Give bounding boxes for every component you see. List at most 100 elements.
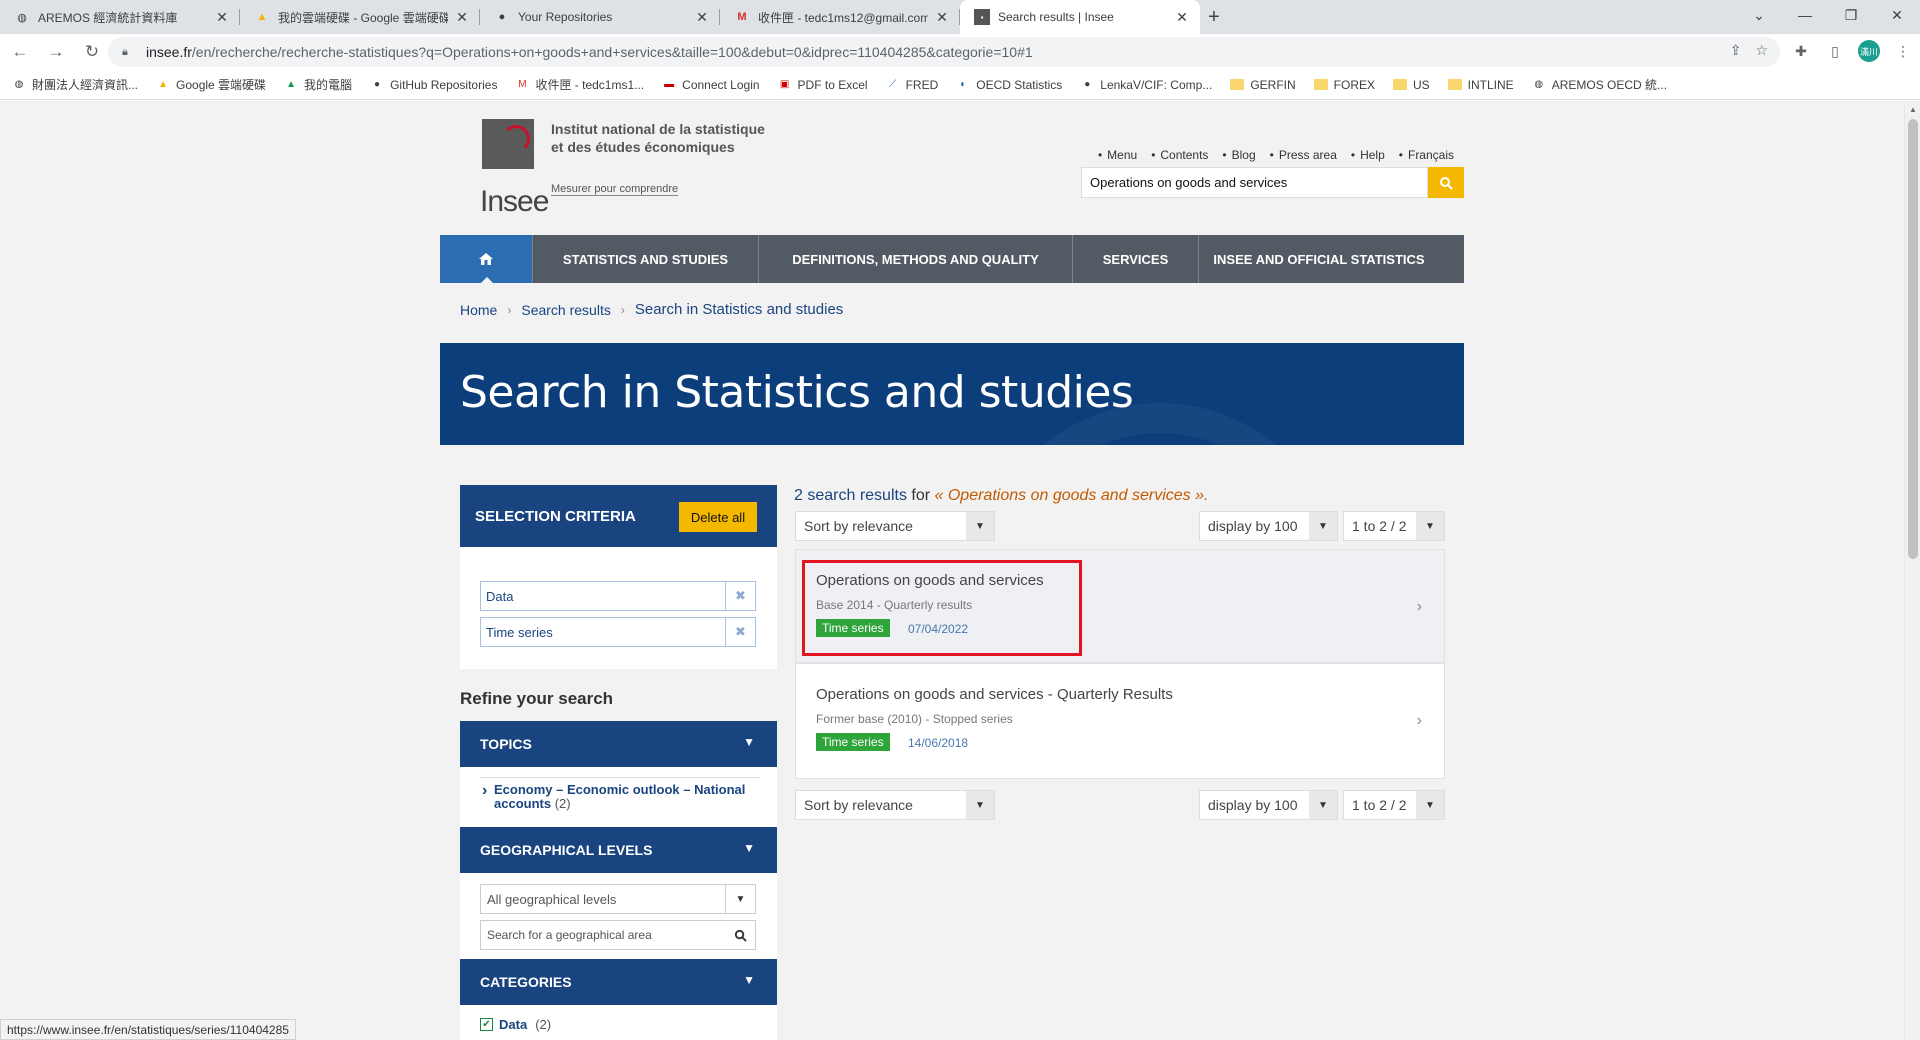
geo-level-select[interactable]: All geographical levels ▼ [480,884,756,914]
tab-strip: ◍ AREMOS 經濟統計資料庫 ✕ ▲ 我的雲端硬碟 - Google 雲端硬… [0,0,1920,34]
bookmark-folder[interactable]: US [1393,78,1430,92]
bookmark-folder[interactable]: INTLINE [1447,78,1514,92]
search-button[interactable] [1428,167,1464,198]
facet-label: GEOGRAPHICAL LEVELS [480,842,653,858]
tab-aremos[interactable]: ◍ AREMOS 經濟統計資料庫 ✕ [0,0,240,34]
bookmark-item[interactable]: ▬ Connect Login [662,78,759,92]
top-link-menu[interactable]: Menu [1098,148,1137,162]
browser-toolbar: ← → ↻ 🔒︎ insee.fr/en/recherche/recherche… [0,34,1920,70]
close-icon[interactable]: ✕ [1174,9,1190,26]
reload-button[interactable]: ↻ [76,36,108,68]
sort-select-top[interactable]: Sort by relevance ▼ [795,511,995,541]
close-icon[interactable]: ✕ [454,9,470,26]
avatar[interactable]: 滿川 [1858,40,1880,62]
sort-select-bottom[interactable]: Sort by relevance ▼ [795,790,995,820]
top-link-blog[interactable]: Blog [1222,148,1256,162]
bookmark-label: OECD Statistics [976,77,1063,92]
bookmark-item[interactable]: ◍ AREMOS OECD 統... [1532,76,1667,93]
home-icon [479,253,493,265]
result-type-badge: Time series [816,619,890,637]
close-icon[interactable]: ✕ [214,9,230,26]
forward-button[interactable]: → [40,36,72,68]
new-tab-button[interactable]: + [1200,0,1228,34]
page-range-select-bottom[interactable]: 1 to 2 / 2 ▼ [1343,790,1445,820]
nav-insee-official-statistics[interactable]: INSEE AND OFFICIAL STATISTICS [1199,235,1439,283]
checkbox-checked-icon[interactable]: ✔ [480,1018,493,1031]
top-link-language[interactable]: Français [1399,148,1454,162]
bookmark-item[interactable]: ▲ Google 雲端硬碟 [156,76,266,93]
bookmark-item[interactable]: M 收件匣 - tedc1ms1... [515,76,644,93]
top-link-help[interactable]: Help [1351,148,1385,162]
minimize-button[interactable]: — [1782,0,1828,30]
close-icon[interactable]: ✕ [934,9,950,26]
top-link-contents[interactable]: Contents [1151,148,1208,162]
google-drive-icon: ▲ [286,79,296,90]
google-drive-icon: ▲ [256,11,268,23]
url-host: insee.fr [146,44,192,60]
remove-criteria-icon[interactable]: ✖ [725,582,755,610]
extensions-icon[interactable]: ✚ [1790,38,1812,64]
delete-all-button[interactable]: Delete all [679,502,757,532]
scroll-up-icon[interactable]: ▲ [1909,105,1917,114]
page-scrollbar[interactable]: ▲ [1904,101,1920,1040]
tab-gmail[interactable]: M 收件匣 - tedc1ms12@gmail.com ✕ [720,0,960,34]
nav-definitions-methods-quality[interactable]: DEFINITIONS, METHODS AND QUALITY [759,235,1073,283]
insee-logo[interactable]: Insee [460,119,549,218]
nav-home[interactable] [440,235,533,283]
globe-icon: ◍ [1534,79,1544,90]
category-item-data[interactable]: ✔ Data (2) [480,1017,551,1032]
share-icon[interactable]: ⇪ [1730,42,1742,59]
display-count-select-top[interactable]: display by 100 ▼ [1199,511,1338,541]
tab-google-drive[interactable]: ▲ 我的雲端硬碟 - Google 雲端硬碟 ✕ [240,0,480,34]
result-title[interactable]: Operations on goods and services - Quart… [816,686,1173,703]
site-search-input[interactable]: Operations on goods and services [1081,167,1428,198]
breadcrumb-search-results[interactable]: Search results [521,302,610,318]
geo-level-value: All geographical levels [487,891,617,907]
facet-categories-header[interactable]: CATEGORIES ▼ [460,959,777,1005]
display-count-value: display by 100 [1208,797,1298,813]
insee-icon: ▪ [974,9,990,25]
bookmark-item[interactable]: ⟋ FRED [886,78,938,92]
search-icon[interactable] [725,921,755,949]
geo-search-input[interactable]: Search for a geographical area [480,920,756,950]
back-button[interactable]: ← [4,36,36,68]
result-item[interactable]: Operations on goods and services Base 20… [795,549,1445,663]
folder-icon [1313,79,1328,90]
tab-github[interactable]: ● Your Repositories ✕ [480,0,720,34]
close-icon[interactable]: ✕ [694,9,710,26]
display-count-select-bottom[interactable]: display by 100 ▼ [1199,790,1338,820]
bookmark-folder[interactable]: FOREX [1313,78,1375,92]
bookmark-label: AREMOS OECD 統... [1551,78,1668,92]
nav-services[interactable]: SERVICES [1073,235,1199,283]
bookmark-item[interactable]: ◐ OECD Statistics [956,78,1062,92]
star-icon[interactable]: ☆ [1755,42,1768,59]
remove-criteria-icon[interactable]: ✖ [725,618,755,646]
top-link-press-area[interactable]: Press area [1270,148,1337,162]
chevron-down-icon[interactable]: ⌄ [1736,0,1782,30]
page-range-select-top[interactable]: 1 to 2 / 2 ▼ [1343,511,1445,541]
restore-button[interactable]: ❐ [1828,0,1874,30]
chevron-down-icon: ▼ [1309,512,1337,540]
chevron-down-icon: ▼ [1309,791,1337,819]
scrollbar-thumb[interactable] [1908,119,1918,559]
bookmark-item[interactable]: ● LenkaV/CIF: Comp... [1080,78,1212,92]
facet-topics-header[interactable]: TOPICS ▼ [460,721,777,767]
bookmark-item[interactable]: ▣ PDF to Excel [778,78,868,92]
bookmark-item[interactable]: ▲ 我的電腦 [284,76,352,93]
tab-insee[interactable]: ▪ Search results | Insee ✕ [960,0,1200,34]
facet-geographical-levels-header[interactable]: GEOGRAPHICAL LEVELS ▼ [460,827,777,873]
bookmark-folder[interactable]: GERFIN [1230,78,1296,92]
address-bar[interactable]: 🔒︎ insee.fr/en/recherche/recherche-stati… [108,37,1780,67]
side-panel-icon[interactable]: ▯ [1824,38,1846,64]
topic-link-economy[interactable]: Economy – Economic outlook – National ac… [480,777,760,811]
breadcrumb-home[interactable]: Home [460,302,497,318]
institute-name: Institut national de la statistique et d… [551,120,765,156]
nav-statistics-and-studies[interactable]: STATISTICS AND STUDIES [533,235,759,283]
result-item[interactable]: Operations on goods and services - Quart… [795,663,1445,779]
bookmark-item[interactable]: ◍ 財團法人經濟資訊... [12,76,138,93]
result-title[interactable]: Operations on goods and services [816,572,1044,589]
page-content: Insee Institut national de la statistiqu… [440,101,1464,1040]
bookmark-item[interactable]: ● GitHub Repositories [370,78,497,92]
kebab-menu-icon[interactable]: ⋮ [1892,38,1914,64]
close-window-button[interactable]: ✕ [1874,0,1920,30]
